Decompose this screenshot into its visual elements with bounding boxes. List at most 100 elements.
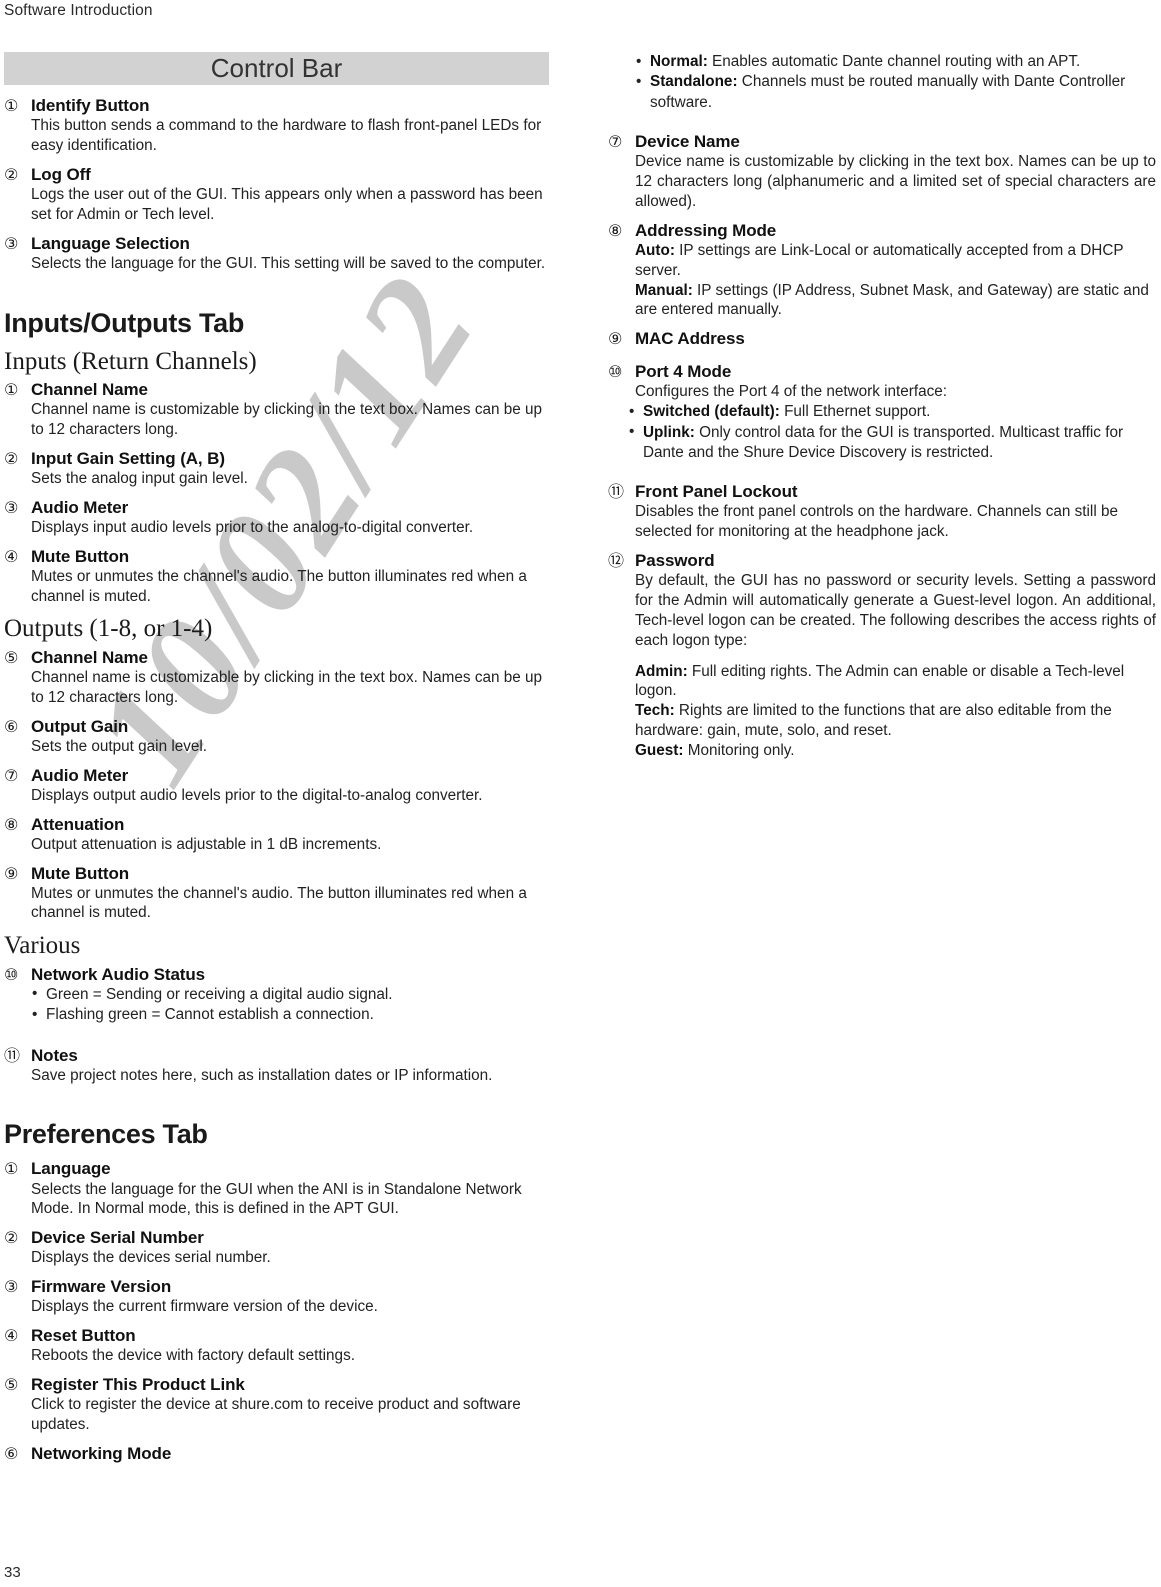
entry-body: Displays output audio levels prior to th… [31,786,483,804]
entry-title: Input Gain Setting (A, B) [31,448,225,468]
network-audio-status-bullets: Green = Sending or receiving a digital a… [31,984,549,1026]
entry-identify-button: ① Identify Button This button sends a co… [4,96,549,156]
entry-body: Logs the user out of the GUI. This appea… [31,185,543,223]
password-admin-line: Admin: Full editing rights. The Admin ca… [635,662,1156,702]
running-header: Software Introduction [4,2,153,19]
entry-output-mute-button: ⑨ Mute Button Mutes or unmutes the chann… [4,864,549,924]
heading-preferences-tab: Preferences Tab [4,1119,208,1150]
list-number-icon: ⑪ [608,482,625,502]
entry-head: ② Device Serial Number [4,1228,549,1248]
entry-title: Reset Button [31,1326,136,1346]
list-number-icon: ⑩ [608,362,623,382]
entry-head: ⑧ Addressing Mode [608,221,1156,241]
entry-head: ① Identify Button [4,96,549,116]
manual-text: IP settings (IP Address, Subnet Mask, an… [635,281,1149,319]
list-number-icon: ⑧ [608,220,623,240]
list-number-icon: ⑦ [4,765,19,785]
entry-head: ③ Audio Meter [4,498,549,518]
entry-head: ⑥ Output Gain [4,717,549,737]
entry-title: Channel Name [31,647,148,667]
list-number-icon: ② [4,164,19,184]
entry-input-audio-meter: ③ Audio Meter Displays input audio level… [4,498,549,538]
entry-mac-address: ⑨ MAC Address [608,329,1156,349]
entry-title: Mute Button [31,546,130,566]
entry-body-logon-types: Admin: Full editing rights. The Admin ca… [635,662,1156,761]
list-number-icon: ⑪ [4,1045,21,1065]
subheading-outputs: Outputs (1-8, or 1-4) [4,615,213,643]
list-number-icon: ④ [4,546,19,566]
entry-title: Audio Meter [31,497,129,517]
bullet-text: Only control data for the GUI is transpo… [643,423,1124,461]
list-number-icon: ③ [4,233,19,253]
entry-head: ⑪ Notes [4,1046,549,1066]
entry-output-gain: ⑥ Output Gain Sets the output gain level… [4,717,549,757]
entry-body: Configures the Port 4 of the network int… [635,383,948,401]
entry-body: Disables the front panel controls on the… [635,503,1118,541]
list-number-icon: ⑤ [4,1375,19,1395]
entry-attenuation: ⑧ Attenuation Output attenuation is adju… [4,815,549,855]
entry-head: ⑥ Networking Mode [4,1444,549,1464]
entry-pref-language: ① Language Selects the language for the … [4,1159,549,1219]
entry-body: Reboots the device with factory default … [31,1347,355,1365]
entry-body: Mutes or unmutes the channel's audio. Th… [31,567,527,605]
entry-port-4-mode: ⑩ Port 4 Mode Configures the Port 4 of t… [608,362,1156,463]
list-number-icon: ⑥ [4,1443,19,1463]
heading-inputs-outputs-tab: Inputs/Outputs Tab [4,307,245,338]
entry-device-name: ⑦ Device Name Device name is customizabl… [608,132,1156,212]
entry-head: ⑫ Password [608,551,1156,571]
entry-body: Auto: IP settings are Link-Local or auto… [635,241,1156,321]
entry-body: Displays the devices serial number. [31,1249,271,1267]
entry-addressing-mode: ⑧ Addressing Mode Auto: IP settings are … [608,221,1156,321]
entry-title: Identify Button [31,96,150,115]
guest-text: Monitoring only. [683,742,795,760]
subheading-inputs-return-channels: Inputs (Return Channels) [4,347,257,375]
entry-body: Displays input audio levels prior to the… [31,518,474,536]
entry-head: ③ Firmware Version [4,1277,549,1297]
left-column: Control Bar ① Identify Button This butto… [4,52,549,1473]
entry-body: Device name is customizable by clicking … [635,153,1156,210]
entry-head: ④ Mute Button [4,547,549,567]
tech-text: Rights are limited to the functions that… [635,702,1112,740]
entry-input-channel-name: ① Channel Name Channel name is customiza… [4,380,549,440]
entry-body: Mutes or unmutes the channel's audio. Th… [31,884,527,922]
entry-body: Sets the analog input gain level. [31,469,248,487]
auto-text: IP settings are Link-Local or automatica… [635,241,1124,279]
entry-reset-button: ④ Reset Button Reboots the device with f… [4,1326,549,1366]
bullet-text: Enables automatic Dante channel routing … [707,53,1081,70]
entry-head: ① Channel Name [4,380,549,400]
entry-password: ⑫ Password By default, the GUI has no pa… [608,551,1156,761]
entry-title: Mute Button [31,863,130,883]
entry-head: ⑦ Device Name [608,132,1156,152]
entry-head: ④ Reset Button [4,1326,549,1346]
entry-head: ⑤ Register This Product Link [4,1375,549,1395]
entry-networking-mode: ⑥ Networking Mode [4,1444,549,1464]
entry-head: ⑦ Audio Meter [4,766,549,786]
control-bar-section-title: Control Bar [4,52,549,85]
entry-head: ① Language [4,1159,549,1179]
entry-firmware-version: ③ Firmware Version Displays the current … [4,1277,549,1317]
subheading-various: Various [4,932,81,960]
page-number: 33 [4,1564,21,1581]
list-number-icon: ① [4,96,19,115]
entry-title: Language [31,1159,111,1179]
entry-title: Network Audio Status [31,964,205,984]
list-item: Standalone: Channels must be routed manu… [635,72,1156,113]
entry-title: Device Name [635,132,740,152]
entry-head: ⑩ Network Audio Status [4,965,549,985]
entry-head: ② Input Gain Setting (A, B) [4,449,549,469]
password-guest-line: Guest: Monitoring only. [635,741,1156,761]
entry-title: Port 4 Mode [635,362,732,382]
entry-title: Language Selection [31,233,190,253]
admin-label: Admin: [635,662,688,680]
list-number-icon: ⑩ [4,964,19,984]
right-column: Normal: Enables automatic Dante channel … [608,51,1156,770]
list-number-icon: ② [4,448,19,468]
list-number-icon: ⑨ [608,329,623,349]
entry-head: ⑪ Front Panel Lockout [608,482,1156,502]
bullet-label: Standalone: [650,73,738,91]
list-item: Normal: Enables automatic Dante channel … [635,51,1156,72]
entry-head: ⑨ MAC Address [608,329,1156,349]
list-number-icon: ③ [4,1277,19,1297]
addressing-manual-line: Manual: IP settings (IP Address, Subnet … [635,281,1156,321]
networking-mode-bullets: Normal: Enables automatic Dante channel … [635,51,1156,113]
